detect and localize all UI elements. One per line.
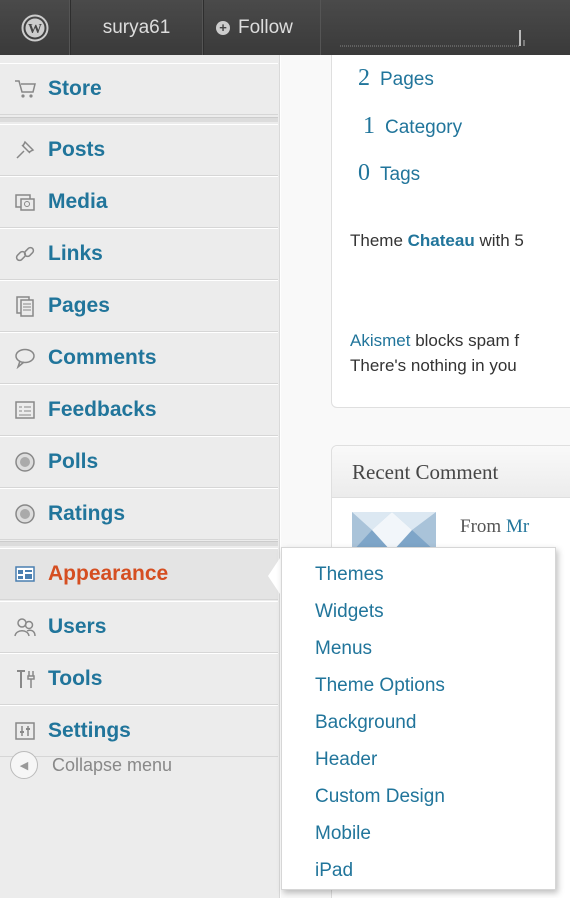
submenu-item-background[interactable]: Background [315, 712, 416, 734]
submenu-item-widgets[interactable]: Widgets [315, 601, 384, 623]
sidebar-item-feedbacks[interactable]: Feedbacks [0, 384, 278, 436]
pin-icon [14, 139, 36, 161]
nothing-text: There's nothing in you [350, 356, 517, 375]
sidebar-item-polls[interactable]: Polls [0, 436, 278, 488]
sidebar-item-label: Comments [48, 346, 157, 369]
comment-author-link[interactable]: Mr [506, 516, 529, 537]
sidebar-item-posts[interactable]: Posts [0, 124, 278, 176]
sidebar-item-label: Pages [48, 294, 110, 317]
akismet-link[interactable]: Akismet [350, 331, 410, 350]
submenu-item-menus[interactable]: Menus [315, 638, 372, 660]
sidebar-item-links[interactable]: Links [0, 228, 278, 280]
sidebar-item-users[interactable]: Users [0, 601, 278, 653]
sidebar-item-label: Appearance [48, 562, 169, 585]
submenu-item-mobile[interactable]: Mobile [315, 823, 371, 845]
sidebar-item-label: Tools [48, 667, 103, 690]
akismet-info: Akismet blocks spam f [350, 331, 519, 351]
rating-icon [14, 503, 36, 525]
settings-icon [14, 720, 36, 742]
svg-text:W: W [28, 22, 42, 37]
tags-label: Tags [380, 164, 421, 185]
username-label: surya61 [102, 16, 171, 38]
pages-count-link[interactable]: 2 Pages [358, 65, 434, 92]
sidebar-item-appearance[interactable]: Appearance [0, 548, 278, 600]
admin-sidebar: Store Posts Media Links Pages Comments F… [0, 55, 280, 898]
submenu-item-ipad[interactable]: iPad [315, 860, 353, 882]
collapse-menu-label: Collapse menu [52, 754, 173, 775]
sidebar-item-ratings[interactable]: Ratings [0, 488, 278, 540]
theme-suffix: with 5 [474, 231, 524, 250]
users-icon [14, 616, 36, 638]
sidebar-item-store[interactable]: Store [0, 63, 278, 115]
tags-count: 0 [358, 160, 370, 186]
tools-icon [14, 668, 36, 690]
follow-label: Follow [238, 16, 293, 38]
submenu-item-header[interactable]: Header [315, 749, 377, 771]
sidebar-item-label: Media [48, 190, 108, 213]
appearance-submenu: Themes Widgets Menus Theme Options Backg… [281, 547, 556, 890]
submenu-item-theme-options[interactable]: Theme Options [315, 675, 445, 697]
plus-icon: + [216, 20, 230, 35]
collapse-arrow-icon: ◀ [10, 751, 38, 779]
pages-icon [14, 295, 36, 317]
sidebar-item-pages[interactable]: Pages [0, 280, 278, 332]
category-count-link[interactable]: 1 Category [363, 113, 462, 140]
right-now-widget: 2 Pages 1 Category 0 Tags Theme Chateau … [331, 55, 570, 408]
menu-separator [0, 541, 278, 546]
submenu-item-custom-design[interactable]: Custom Design [315, 786, 445, 808]
theme-info: Theme Chateau with 5 [350, 231, 524, 251]
sidebar-item-label: Settings [48, 719, 131, 742]
poll-icon [14, 451, 36, 473]
sidebar-item-comments[interactable]: Comments [0, 332, 278, 384]
stats-sparkline[interactable] [340, 0, 550, 55]
sidebar-item-label: Store [48, 77, 102, 100]
follow-button[interactable]: + Follow [203, 0, 321, 55]
recent-comments-header[interactable]: Recent Comment [332, 446, 570, 498]
wordpress-icon: W [21, 14, 48, 41]
collapse-menu-button[interactable]: ◀ Collapse menu [0, 745, 278, 785]
cart-icon [14, 78, 36, 100]
recent-comments-title: Recent Comment [352, 460, 499, 484]
sparkline-icon [340, 30, 525, 47]
theme-prefix: Theme [350, 231, 408, 250]
from-prefix: From [460, 516, 506, 537]
sidebar-item-label: Feedbacks [48, 398, 157, 421]
category-count: 1 [363, 113, 375, 139]
sidebar-item-media[interactable]: Media [0, 176, 278, 228]
user-menu[interactable]: surya61 [70, 0, 203, 55]
wordpress-logo-button[interactable]: W [0, 0, 70, 55]
media-icon [14, 191, 36, 213]
sidebar-item-label: Users [48, 615, 107, 638]
sidebar-item-label: Links [48, 242, 103, 265]
sidebar-item-label: Polls [48, 450, 99, 473]
sidebar-item-label: Posts [48, 138, 106, 161]
submenu-item-themes[interactable]: Themes [315, 564, 384, 586]
theme-link[interactable]: Chateau [408, 231, 475, 250]
feedback-icon [14, 399, 36, 421]
sidebar-item-tools[interactable]: Tools [0, 653, 278, 705]
comment-from: From Mr [460, 516, 529, 538]
category-label: Category [385, 117, 463, 138]
pages-count: 2 [358, 65, 370, 91]
admin-bar: W surya61 + Follow [0, 0, 570, 55]
sidebar-item-label: Ratings [48, 502, 126, 525]
tags-count-link[interactable]: 0 Tags [358, 160, 420, 187]
menu-separator [0, 117, 278, 122]
appearance-icon [14, 563, 36, 585]
link-icon [14, 243, 36, 265]
comment-icon [14, 347, 36, 369]
akismet-text: blocks spam f [410, 331, 520, 350]
pages-label: Pages [380, 69, 434, 90]
